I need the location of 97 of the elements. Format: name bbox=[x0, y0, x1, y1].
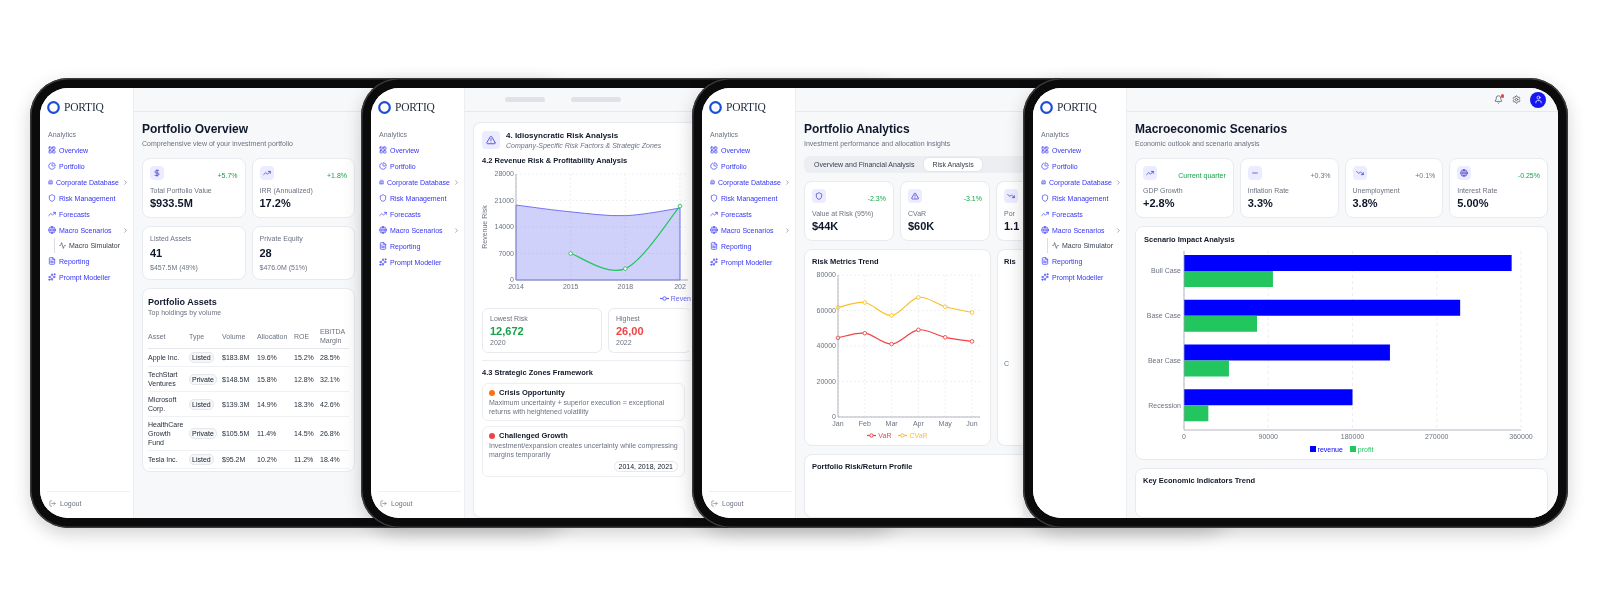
sparkle-icon bbox=[379, 258, 387, 266]
pulse-icon bbox=[59, 242, 66, 249]
data-point bbox=[889, 341, 894, 347]
shield-icon bbox=[379, 194, 387, 202]
data-point bbox=[568, 251, 573, 256]
building-icon bbox=[1041, 178, 1046, 186]
sparkle-icon bbox=[48, 273, 56, 281]
globe-icon bbox=[48, 226, 56, 234]
stat-value: $60K bbox=[908, 220, 936, 233]
stat-value: 17.2% bbox=[259, 197, 292, 210]
building-icon bbox=[379, 178, 384, 186]
building-icon bbox=[48, 178, 53, 186]
globe-icon bbox=[710, 226, 718, 234]
legend-swatch-icon bbox=[1349, 446, 1356, 452]
building-icon bbox=[710, 178, 715, 186]
stat-value: $933.5M bbox=[150, 197, 194, 210]
trend-down-icon bbox=[1352, 166, 1367, 180]
stat-value: $44K bbox=[812, 220, 840, 233]
sparkle-icon bbox=[1041, 273, 1049, 281]
logout-icon bbox=[711, 500, 718, 507]
logo-wordmark: PORTIQ bbox=[726, 100, 766, 114]
legend-swatch-icon bbox=[1309, 446, 1316, 452]
trend-up-icon bbox=[259, 166, 274, 180]
legend-line-icon bbox=[898, 432, 908, 438]
shield-icon bbox=[710, 194, 718, 202]
warning-icon bbox=[482, 131, 500, 149]
stat-value: 5.00% bbox=[1457, 197, 1490, 210]
page-title: Portfolio Analytics bbox=[804, 122, 911, 136]
stat-value: 3.3% bbox=[1247, 197, 1274, 210]
ring-logo-icon bbox=[378, 100, 391, 114]
trend-up-icon bbox=[48, 210, 56, 218]
section-title: 4. Idiosyncratic Risk Analysis bbox=[506, 131, 620, 141]
card-title: Portfolio Assets bbox=[148, 296, 218, 308]
trend-up-icon bbox=[1143, 166, 1157, 180]
shield-icon bbox=[48, 194, 56, 202]
stat-value: 3.8% bbox=[1352, 197, 1379, 210]
legend-line-icon bbox=[659, 295, 669, 301]
data-point bbox=[969, 339, 975, 344]
sparkle-icon bbox=[710, 258, 718, 266]
data-point bbox=[835, 335, 841, 341]
pie-chart-icon bbox=[1041, 162, 1049, 170]
logout-icon bbox=[380, 500, 387, 507]
metric-value: 26,00 bbox=[616, 325, 645, 338]
pie-chart-icon bbox=[710, 162, 718, 170]
pie-chart-icon bbox=[379, 162, 387, 170]
logo-wordmark: PORTIQ bbox=[1057, 100, 1097, 114]
document-icon bbox=[1041, 257, 1049, 265]
data-point bbox=[623, 266, 628, 271]
data-point bbox=[969, 310, 975, 315]
document-icon bbox=[48, 257, 56, 265]
logo-wordmark: PORTIQ bbox=[64, 100, 104, 114]
data-point bbox=[862, 300, 868, 305]
document-icon bbox=[379, 242, 387, 250]
grid-icon bbox=[48, 146, 56, 154]
globe-icon bbox=[1041, 226, 1049, 234]
grid-icon bbox=[379, 146, 387, 154]
placeholder-bar bbox=[505, 97, 545, 102]
page-title: Macroeconomic Scenarios bbox=[1135, 122, 1289, 136]
trend-up-icon bbox=[1041, 210, 1049, 218]
placeholder-bar bbox=[571, 97, 621, 102]
avatar-icon[interactable] bbox=[1530, 91, 1546, 108]
trend-up-icon bbox=[710, 210, 718, 218]
data-point bbox=[835, 305, 841, 310]
grid-icon bbox=[710, 146, 718, 154]
stat-value: 41 bbox=[150, 247, 164, 260]
ring-logo-icon bbox=[1040, 100, 1053, 114]
data-point bbox=[942, 335, 948, 340]
data-point bbox=[862, 330, 868, 336]
stat-value: +2.8% bbox=[1143, 197, 1176, 210]
dash-icon bbox=[1247, 166, 1262, 180]
shield-icon bbox=[812, 189, 826, 203]
ring-logo-icon bbox=[709, 100, 722, 114]
data-point bbox=[916, 295, 921, 300]
ring-logo-icon bbox=[47, 100, 60, 114]
data-point bbox=[889, 313, 894, 318]
data-point bbox=[677, 203, 683, 209]
pulse-icon bbox=[1052, 242, 1059, 249]
trend-down-icon bbox=[1004, 189, 1018, 203]
trend-up-icon bbox=[379, 210, 387, 218]
metric-value: 12,672 bbox=[490, 325, 525, 338]
pie-chart-icon bbox=[48, 162, 56, 170]
stat-value: 28 bbox=[259, 247, 273, 260]
settings-icon[interactable] bbox=[1512, 95, 1521, 104]
globe-icon bbox=[379, 226, 387, 234]
data-point bbox=[942, 304, 948, 309]
dollar-icon bbox=[150, 166, 164, 180]
page-title: Portfolio Overview bbox=[142, 122, 250, 136]
grid-icon bbox=[1041, 146, 1049, 154]
legend-line-icon bbox=[867, 432, 877, 438]
logo-wordmark: PORTIQ bbox=[395, 100, 435, 114]
logout-icon bbox=[49, 500, 56, 507]
shield-icon bbox=[1041, 194, 1049, 202]
warning-icon bbox=[908, 189, 922, 203]
bell-icon[interactable] bbox=[1494, 95, 1503, 104]
globe-icon bbox=[1457, 166, 1472, 180]
data-point bbox=[916, 327, 921, 333]
document-icon bbox=[710, 242, 718, 250]
